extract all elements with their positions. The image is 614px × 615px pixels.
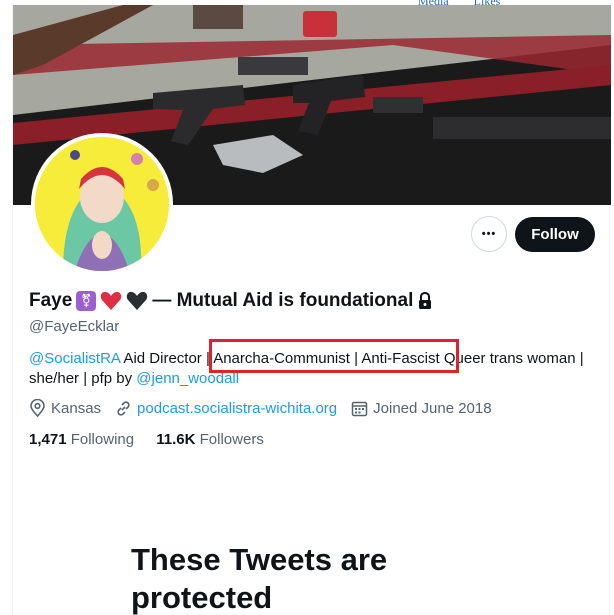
- link-icon: [117, 400, 130, 416]
- annotation-highlight-box: [209, 339, 459, 373]
- following-label: Following: [70, 431, 135, 448]
- trans-symbol-icon: ⚧: [76, 291, 97, 311]
- profile-handle: @FayeEcklar: [29, 318, 120, 335]
- website: podcast.socialistra-wichita.org: [115, 400, 337, 417]
- location-icon: [30, 399, 45, 417]
- lock-icon: [419, 292, 432, 309]
- following-count: 1,471: [29, 431, 67, 448]
- protected-tweets-heading: These Tweets are protected: [131, 542, 388, 615]
- following-link[interactable]: 1,471 Following: [29, 431, 134, 448]
- display-name: Faye ⚧ — Mutual Aid is foundational: [29, 290, 433, 312]
- profile-card: ••• Follow Faye ⚧ — Mutual Aid is founda…: [12, 5, 611, 615]
- joined-date: Joined June 2018: [351, 399, 492, 417]
- more-icon: •••: [481, 228, 497, 240]
- website-link[interactable]: podcast.socialistra-wichita.org: [137, 400, 337, 417]
- location-text: Kansas: [51, 399, 102, 417]
- follow-counts: 1,471 Following 11.6K Followers: [29, 431, 282, 448]
- calendar-icon: [351, 401, 368, 416]
- followers-count: 11.6K: [156, 431, 196, 448]
- display-name-end: — Mutual Aid is foundational: [152, 290, 414, 311]
- profile-meta: Kansas podcast.socialistra-wichita.org J…: [29, 399, 506, 417]
- bio-text-1: Aid Director |: [120, 350, 214, 367]
- black-heart-icon: [127, 291, 148, 310]
- bio-mention-socialistra[interactable]: @SocialistRA: [29, 350, 120, 367]
- followers-label: Followers: [199, 431, 264, 448]
- followers-link[interactable]: 11.6K Followers: [156, 431, 264, 448]
- location: Kansas: [29, 399, 101, 417]
- follow-button[interactable]: Follow: [515, 217, 595, 252]
- red-heart-icon: [101, 291, 122, 310]
- profile-avatar[interactable]: [31, 133, 173, 275]
- more-options-button[interactable]: •••: [471, 216, 507, 252]
- display-name-start: Faye: [29, 290, 73, 311]
- joined-text: Joined June 2018: [373, 399, 492, 417]
